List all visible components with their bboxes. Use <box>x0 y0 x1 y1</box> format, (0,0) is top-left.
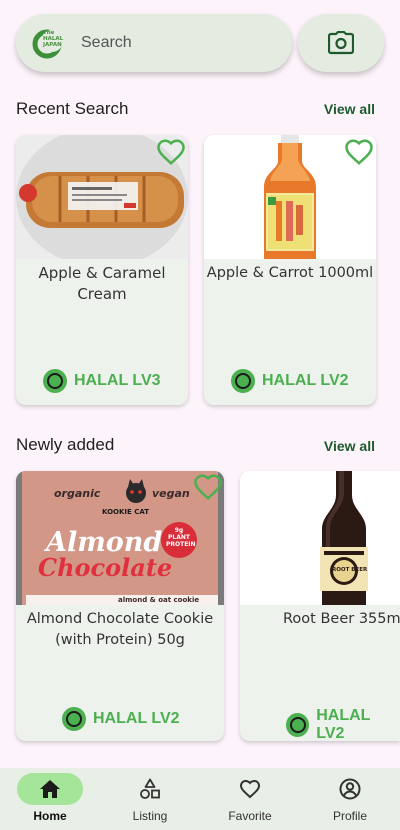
favorite-heart-icon[interactable] <box>344 137 374 167</box>
nav-label: Profile <box>332 809 367 823</box>
nav-label: Home <box>33 809 67 823</box>
bottom-navigation: Home Listing Favorite Profile <box>0 768 400 830</box>
halal-level-badge: HALAL LV2 <box>231 369 349 393</box>
product-name: Root Beer 355m <box>283 611 400 627</box>
search-input[interactable]: Search <box>81 34 132 52</box>
package-vegan-text: vegan <box>152 487 190 500</box>
halal-level-text: HALAL LV2 <box>316 707 371 741</box>
halal-circle-icon <box>286 713 310 737</box>
home-icon <box>40 780 60 798</box>
product-card[interactable]: organic vegan KOOKIE CAT Almond Chocolat… <box>16 471 224 741</box>
nav-item-home[interactable]: Home <box>0 768 100 830</box>
halal-level-text: HALAL LV2 <box>93 710 180 727</box>
logo-text: The HALAL JAPAN <box>43 30 64 48</box>
package-protein-badge: 9g PLANT PROTEIN <box>166 527 196 548</box>
product-name: Almond Chocolate Cookie (with Protein) 5… <box>26 611 214 648</box>
profile-icon <box>339 778 361 800</box>
nav-item-favorite[interactable]: Favorite <box>200 768 300 830</box>
nav-label: Listing <box>132 809 168 823</box>
newly-view-all-link[interactable]: View all <box>324 438 375 454</box>
product-name: Apple & Carrot 1000ml <box>206 265 374 281</box>
product-name: Apple & Caramel Cream <box>38 264 166 303</box>
camera-icon <box>328 31 354 55</box>
halal-level-badge: HALAL LV3 <box>43 369 161 393</box>
nav-item-profile[interactable]: Profile <box>300 768 400 830</box>
product-card[interactable]: Apple & Caramel Cream HALAL LV3 <box>16 135 188 405</box>
newly-added-title: Newly added <box>16 435 115 454</box>
nav-indicator <box>17 773 83 805</box>
recent-view-all-link[interactable]: View all <box>324 101 375 117</box>
favorite-heart-icon[interactable] <box>193 472 223 502</box>
nav-indicator <box>217 773 283 805</box>
halal-circle-icon <box>43 369 67 393</box>
recent-search-title: Recent Search <box>16 99 129 118</box>
badge-label: PLANT PROTEIN <box>166 534 196 548</box>
favorite-heart-icon[interactable] <box>156 137 186 167</box>
nav-label: Favorite <box>228 809 272 823</box>
halal-level-text: HALAL LV2 <box>262 372 349 389</box>
bottle-label-text: ROOT BEER <box>332 567 368 573</box>
nav-item-listing[interactable]: Listing <box>100 768 200 830</box>
camera-button[interactable] <box>298 14 384 72</box>
package-title-line2: Chocolate <box>38 553 173 582</box>
halal-circle-icon <box>62 707 86 731</box>
halal-level-text: HALAL LV3 <box>74 372 161 389</box>
halal-japan-logo: The HALAL JAPAN <box>32 27 64 59</box>
heart-icon <box>239 779 261 799</box>
product-image: ROOT BEER <box>240 471 400 605</box>
nav-indicator <box>117 773 183 805</box>
badge-amount: 9g <box>174 527 184 534</box>
product-card[interactable]: ROOT BEER Root Beer 355m HALAL LV2 <box>240 471 400 741</box>
package-organic-text: organic <box>54 487 101 500</box>
halal-level-badge: HALAL LV2 <box>62 707 180 731</box>
shapes-icon <box>140 778 160 799</box>
product-card[interactable]: Apple & Carrot 1000ml HALAL LV2 <box>204 135 376 405</box>
halal-circle-icon <box>231 369 255 393</box>
nav-indicator <box>317 773 383 805</box>
halal-level-badge: HALAL LV2 <box>286 707 400 741</box>
search-bar[interactable]: The HALAL JAPAN Search <box>16 14 292 72</box>
package-brand-text: KOOKIE CAT <box>102 508 150 516</box>
package-footer-text: almond & oat cookie <box>118 596 200 604</box>
